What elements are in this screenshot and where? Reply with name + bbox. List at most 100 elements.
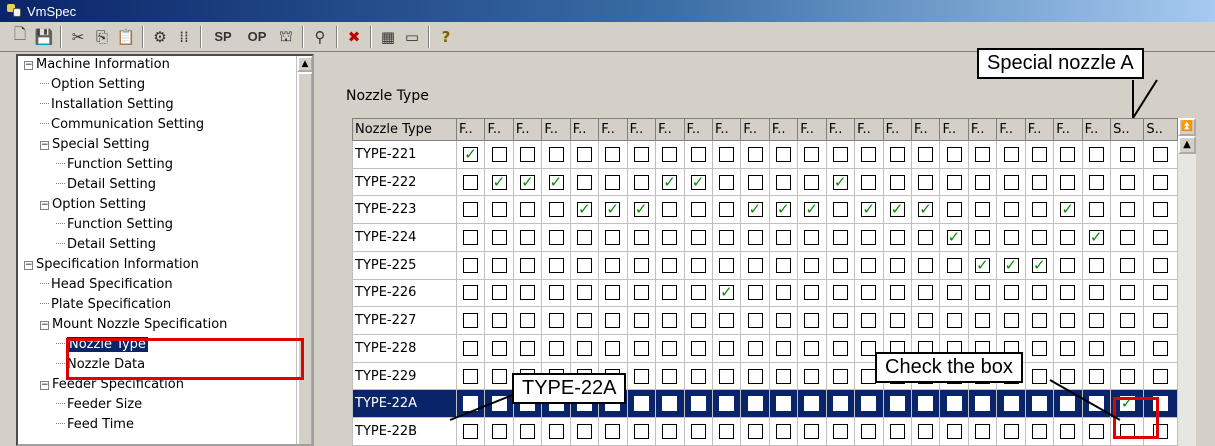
nozzle-checkbox[interactable] <box>747 230 763 246</box>
nozzle-checkbox[interactable] <box>690 173 706 191</box>
nozzle-checkbox[interactable] <box>463 285 479 301</box>
nozzle-checkbox[interactable] <box>918 257 934 273</box>
nozzle-checkbox[interactable] <box>719 202 735 218</box>
nozzle-checkbox[interactable] <box>889 230 905 246</box>
nozzle-checkbox[interactable] <box>804 200 820 218</box>
scroll-thumb[interactable] <box>297 72 312 444</box>
nozzle-checkbox[interactable] <box>918 146 934 162</box>
nozzle-checkbox[interactable] <box>662 340 678 356</box>
nozzle-checkbox[interactable] <box>918 396 934 412</box>
nozzle-checkbox[interactable] <box>548 424 564 440</box>
nozzle-checkbox[interactable] <box>1031 313 1047 329</box>
tree-item[interactable]: Option Setting <box>40 76 145 94</box>
nozzle-checkbox[interactable] <box>1060 368 1076 384</box>
nozzle-checkbox[interactable] <box>690 340 706 356</box>
nozzle-checkbox[interactable] <box>662 313 678 329</box>
nozzle-checkbox[interactable] <box>719 146 735 162</box>
tree-item[interactable]: − Machine Information <box>24 56 170 74</box>
nozzle-checkbox[interactable] <box>946 228 962 246</box>
nozzle-checkbox[interactable] <box>605 230 621 246</box>
help-icon[interactable]: ? <box>434 25 458 49</box>
nozzle-checkbox[interactable] <box>861 257 877 273</box>
nozzle-checkbox[interactable] <box>690 313 706 329</box>
nozzle-checkbox[interactable] <box>918 424 934 440</box>
table-row[interactable]: TYPE-22A <box>352 389 1178 419</box>
nozzle-checkbox[interactable] <box>861 424 877 440</box>
nozzle-checkbox[interactable] <box>1003 202 1019 218</box>
nozzle-checkbox[interactable] <box>719 396 735 412</box>
column-header[interactable]: F.. <box>598 118 628 141</box>
nozzle-checkbox[interactable] <box>463 340 479 356</box>
collapse-icon[interactable]: − <box>24 261 33 270</box>
nozzle-checkbox[interactable] <box>605 200 621 218</box>
nozzle-checkbox[interactable] <box>576 146 592 162</box>
tree-item[interactable]: Feeder Size <box>56 396 142 414</box>
column-header[interactable]: S.. <box>1110 118 1145 141</box>
nozzle-checkbox[interactable] <box>719 368 735 384</box>
nozzle-checkbox[interactable] <box>633 368 649 384</box>
column-header[interactable]: F.. <box>996 118 1026 141</box>
table-row[interactable]: TYPE-226 <box>352 278 1178 308</box>
nozzle-checkbox[interactable] <box>1088 174 1104 190</box>
nozzle-checkbox[interactable] <box>889 424 905 440</box>
nozzle-checkbox[interactable] <box>1088 228 1104 246</box>
nozzle-checkbox[interactable] <box>633 424 649 440</box>
nozzle-checkbox[interactable] <box>776 285 792 301</box>
nozzle-checkbox[interactable] <box>1088 396 1104 412</box>
column-header[interactable]: S.. <box>1143 118 1178 141</box>
nozzle-checkbox[interactable] <box>804 368 820 384</box>
nozzle-checkbox[interactable] <box>747 257 763 273</box>
column-header[interactable]: F.. <box>1024 118 1055 141</box>
nozzle-checkbox[interactable] <box>520 424 536 440</box>
save-icon[interactable]: 💾 <box>32 25 56 49</box>
tree-item[interactable]: Detail Setting <box>56 176 156 194</box>
column-header[interactable]: F.. <box>626 118 657 141</box>
nozzle-checkbox[interactable] <box>576 424 592 440</box>
column-header[interactable]: F.. <box>484 118 514 141</box>
op-button[interactable]: OP <box>240 25 274 49</box>
nozzle-checkbox[interactable] <box>776 257 792 273</box>
nozzle-checkbox[interactable] <box>633 285 649 301</box>
nozzle-checkbox[interactable] <box>946 313 962 329</box>
nozzle-checkbox[interactable] <box>491 313 507 329</box>
nozzle-checkbox[interactable] <box>491 230 507 246</box>
table-row[interactable]: TYPE-225 <box>352 250 1178 280</box>
nozzle-checkbox[interactable] <box>747 368 763 384</box>
nozzle-checkbox[interactable] <box>1003 285 1019 301</box>
nozzle-checkbox[interactable] <box>605 257 621 273</box>
column-header[interactable]: F.. <box>740 118 770 141</box>
nozzle-checkbox[interactable] <box>804 313 820 329</box>
nozzle-checkbox[interactable] <box>719 283 735 301</box>
table-row[interactable]: TYPE-222 <box>352 167 1178 197</box>
nozzle-checkbox[interactable] <box>520 313 536 329</box>
nozzle-checkbox[interactable] <box>946 396 962 412</box>
nozzle-checkbox[interactable] <box>1060 230 1076 246</box>
table-row[interactable]: TYPE-227 <box>352 306 1178 336</box>
table-row[interactable]: TYPE-224 <box>352 223 1178 252</box>
nozzle-checkbox[interactable] <box>662 202 678 218</box>
nozzle-checkbox[interactable] <box>719 313 735 329</box>
nozzle-checkbox[interactable] <box>747 200 763 218</box>
nozzle-checkbox[interactable] <box>662 230 678 246</box>
nozzle-checkbox[interactable] <box>1119 174 1135 190</box>
nozzle-checkbox[interactable] <box>491 368 507 384</box>
collapse-icon[interactable]: − <box>40 321 49 330</box>
nozzle-checkbox[interactable] <box>1153 230 1169 246</box>
tree-item[interactable]: Head Specification <box>40 276 173 294</box>
nozzle-checkbox[interactable] <box>548 146 564 162</box>
dots-icon[interactable]: ⁞⁞ <box>172 25 196 49</box>
nozzle-checkbox[interactable] <box>491 396 507 412</box>
nozzle-checkbox[interactable] <box>946 146 962 162</box>
nozzle-checkbox[interactable] <box>463 396 479 412</box>
column-header[interactable]: F.. <box>512 118 543 141</box>
nozzle-checkbox[interactable] <box>1153 146 1169 162</box>
nozzle-checkbox[interactable] <box>662 146 678 162</box>
nozzle-checkbox[interactable] <box>861 146 877 162</box>
nozzle-checkbox[interactable] <box>548 230 564 246</box>
nozzle-checkbox[interactable] <box>889 396 905 412</box>
nozzle-checkbox[interactable] <box>918 313 934 329</box>
nozzle-checkbox[interactable] <box>804 340 820 356</box>
nozzle-checkbox[interactable] <box>633 396 649 412</box>
nozzle-checkbox[interactable] <box>463 368 479 384</box>
column-header[interactable]: F.. <box>541 118 571 141</box>
